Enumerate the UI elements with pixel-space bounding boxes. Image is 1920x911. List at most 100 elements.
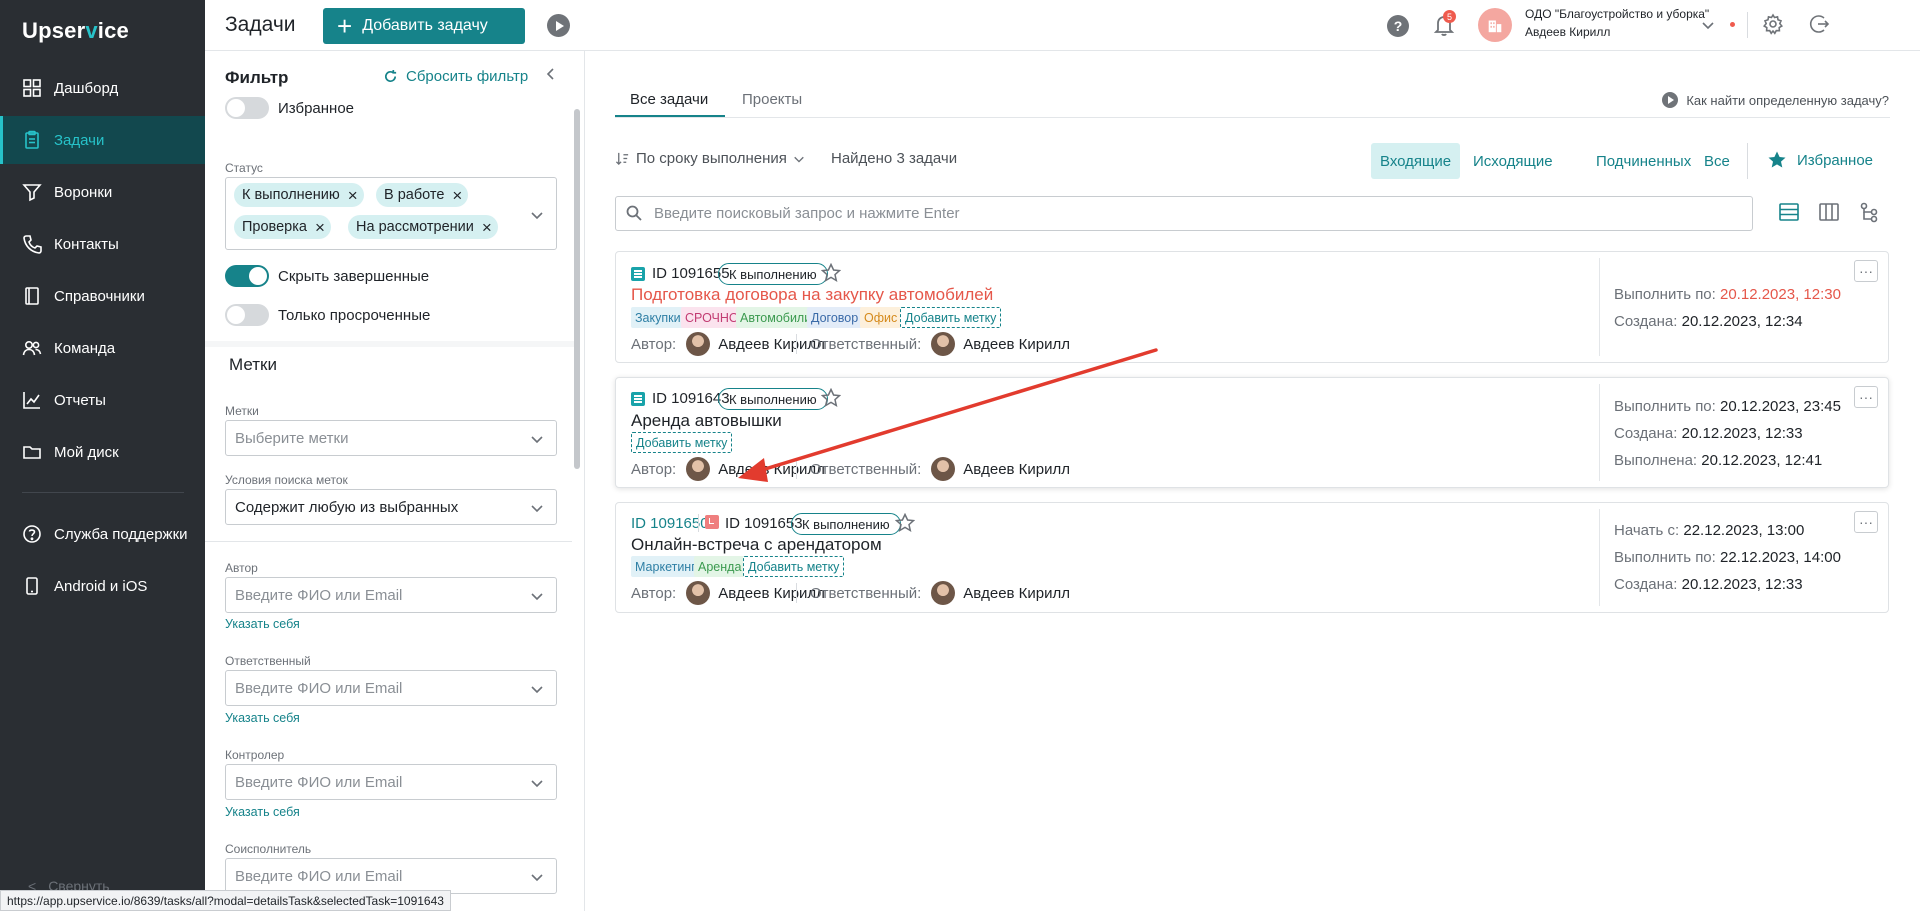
chevron-down-icon	[530, 776, 544, 790]
nav-item-funnels[interactable]: Воронки	[0, 168, 205, 216]
chart-icon	[22, 390, 42, 410]
chevron-down-icon[interactable]	[1701, 18, 1715, 32]
close-icon[interactable]: ×	[315, 219, 325, 236]
filter-divider	[205, 541, 572, 542]
nav-item-support[interactable]: Служба поддержки	[0, 510, 205, 558]
status-badge[interactable]: К выполнению	[718, 388, 828, 410]
avatar	[686, 332, 711, 356]
task-completed: Выполнена: 20.12.2023, 12:41	[1614, 452, 1823, 469]
favorites-toggle[interactable]	[225, 97, 269, 119]
status-multiselect[interactable]: К выполнению × В работе × Проверка × На рас…	[225, 177, 557, 250]
collapse-filter-icon[interactable]	[544, 67, 560, 87]
page-title: Задачи	[225, 13, 296, 36]
play-video-icon[interactable]	[547, 14, 570, 37]
task-tag[interactable]: СРОЧНО	[681, 307, 743, 328]
responsible-set-me-link[interactable]: Указать себя	[225, 711, 300, 725]
org-name[interactable]: ОДО "Благоустройство и уборка"	[1525, 7, 1709, 21]
task-tag[interactable]: Аренда	[694, 556, 746, 577]
add-tag-button[interactable]: Добавить метку	[900, 307, 1002, 328]
tags-select[interactable]: Выберите метки	[225, 420, 557, 456]
filter-panel: Фильтр Сбросить фильтр Избранное Статус …	[205, 51, 585, 911]
segment-outgoing[interactable]: Исходящие	[1464, 143, 1562, 179]
chevron-down-icon[interactable]	[530, 208, 544, 222]
add-tag-button[interactable]: Добавить метку	[743, 556, 845, 577]
filter-title: Фильтр	[225, 68, 289, 87]
nav-item-my-drive[interactable]: Мой диск	[0, 428, 205, 476]
add-task-button[interactable]: + Добавить задачу	[323, 8, 525, 44]
only-overdue-toggle[interactable]	[225, 304, 269, 326]
more-options-button[interactable]: ···	[1854, 260, 1878, 282]
nav-item-mobile-apps[interactable]: Android и iOS	[0, 562, 205, 610]
controller-select[interactable]: Введите ФИО или Email	[225, 764, 557, 800]
search-input[interactable]: Введите поисковый запрос и нажмите Enter	[615, 196, 1753, 231]
more-options-button[interactable]: ···	[1854, 511, 1878, 533]
favorites-filter-link[interactable]: Избранное	[1767, 150, 1873, 170]
task-tag[interactable]: Договор	[807, 307, 863, 328]
add-tag-button[interactable]: Добавить метку	[631, 432, 733, 453]
list-view-icon[interactable]	[1778, 201, 1800, 223]
phone-icon	[22, 234, 42, 254]
tags-label: Метки	[225, 404, 259, 418]
segment-all[interactable]: Все	[1695, 143, 1739, 179]
nav-item-reports[interactable]: Отчеты	[0, 376, 205, 424]
more-options-button[interactable]: ···	[1854, 386, 1878, 408]
star-icon[interactable]	[820, 387, 842, 408]
nav-item-team[interactable]: Команда	[0, 324, 205, 372]
coexecutor-select[interactable]: Введите ФИО или Email	[225, 858, 557, 894]
main-nav: Upservice Дашборд Задачи Воронки Контакт…	[0, 0, 205, 911]
reset-filter-button[interactable]: Сбросить фильтр	[383, 68, 528, 85]
star-icon[interactable]	[894, 512, 916, 533]
status-badge[interactable]: К выполнению	[791, 513, 901, 535]
tab-all-tasks[interactable]: Все задачи	[630, 91, 708, 108]
task-card[interactable]: ID 1091655 К выполнению Подготовка догов…	[615, 251, 1889, 363]
close-icon[interactable]: ×	[452, 187, 462, 204]
task-tag[interactable]: Офис	[860, 307, 902, 328]
sort-dropdown[interactable]: По сроку выполнения	[615, 150, 805, 167]
nav-item-tasks[interactable]: Задачи	[0, 116, 205, 164]
book-icon	[22, 286, 42, 306]
logout-icon[interactable]	[1808, 13, 1830, 35]
tag-condition-select[interactable]: Содержит любую из выбранных	[225, 489, 557, 525]
hide-completed-toggle[interactable]	[225, 265, 269, 287]
author-select[interactable]: Введите ФИО или Email	[225, 577, 557, 613]
status-chip: На рассмотрении ×	[348, 215, 498, 239]
org-avatar[interactable]	[1478, 8, 1512, 42]
board-view-icon[interactable]	[1818, 201, 1840, 223]
nav-item-contacts[interactable]: Контакты	[0, 220, 205, 268]
meeting-type-icon	[705, 515, 719, 529]
responsible-select[interactable]: Введите ФИО или Email	[225, 670, 557, 706]
tree-view-icon[interactable]	[1858, 201, 1880, 223]
howto-link[interactable]: Как найти определенную задачу?	[1662, 92, 1889, 108]
task-card[interactable]: ID 1091650 ID 1091653 К выполнению Онлай…	[615, 502, 1889, 613]
task-tag[interactable]: Закупки	[631, 307, 685, 328]
task-title[interactable]: Аренда автовышки	[631, 411, 782, 431]
nav-item-directories[interactable]: Справочники	[0, 272, 205, 320]
task-type-icon	[631, 392, 645, 406]
controller-set-me-link[interactable]: Указать себя	[225, 805, 300, 819]
filter-scrollbar[interactable]	[574, 109, 580, 469]
status-chip: Проверка ×	[234, 215, 331, 239]
task-title[interactable]: Подготовка договора на закупку автомобил…	[631, 285, 993, 305]
tab-projects[interactable]: Проекты	[742, 91, 802, 108]
card-divider	[1599, 509, 1600, 606]
task-tag[interactable]: Автомобили	[736, 307, 816, 328]
status-badge[interactable]: К выполнению	[718, 263, 828, 285]
current-user-name[interactable]: Авдеев Кирилл	[1525, 25, 1610, 39]
close-icon[interactable]: ×	[348, 187, 358, 204]
task-title[interactable]: Онлайн-встреча с арендатором	[631, 535, 882, 555]
help-icon[interactable]: ?	[1387, 15, 1409, 37]
star-icon[interactable]	[820, 262, 842, 283]
meta-divider	[698, 514, 699, 532]
app-logo[interactable]: Upservice	[22, 18, 129, 44]
close-icon[interactable]: ×	[482, 219, 492, 236]
task-card[interactable]: ID 1091643 К выполнению Аренда автовышки…	[615, 377, 1889, 488]
nav-item-dashboard[interactable]: Дашборд	[0, 64, 205, 112]
parent-task-id[interactable]: ID 1091650	[631, 515, 709, 532]
author-set-me-link[interactable]: Указать себя	[225, 617, 300, 631]
segment-subordinates[interactable]: Подчиненных	[1587, 143, 1700, 179]
star-filled-icon	[1768, 151, 1786, 168]
segment-incoming[interactable]: Входящие	[1371, 143, 1461, 179]
dashboard-icon	[22, 78, 42, 98]
gear-icon[interactable]	[1762, 13, 1784, 35]
task-tag[interactable]: Маркетинг	[631, 556, 700, 577]
